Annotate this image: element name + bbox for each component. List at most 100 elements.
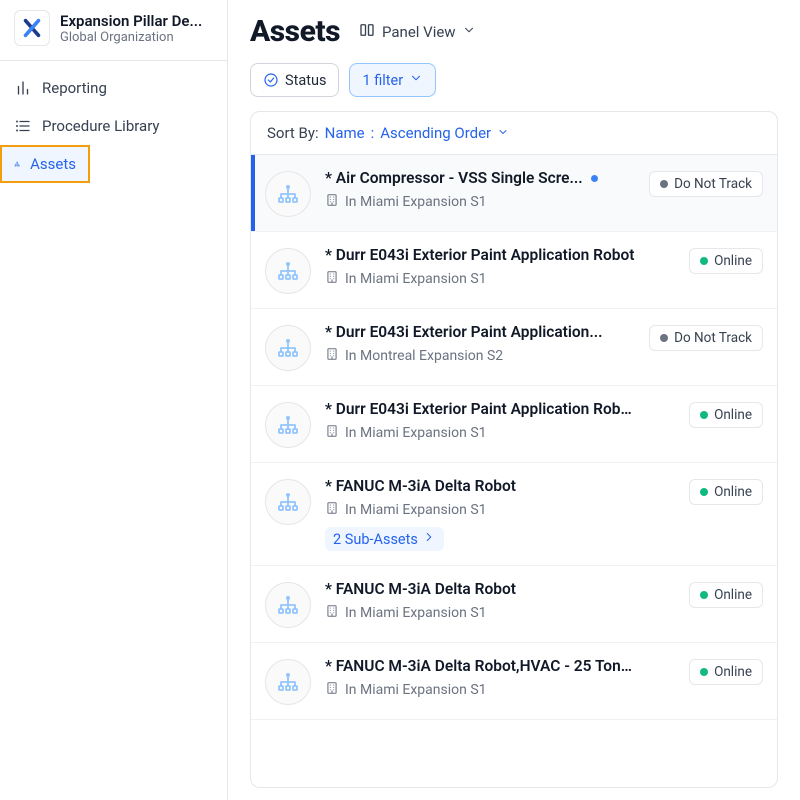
building-icon — [325, 681, 339, 699]
assets-panel: Sort By: Name: Ascending Order * Air Com… — [250, 111, 778, 788]
asset-location-text: In Miami Expansion S1 — [345, 502, 487, 518]
page-title: Assets — [250, 14, 340, 49]
asset-location-text: In Miami Expansion S1 — [345, 682, 487, 698]
active-filter-label: 1 filter — [362, 72, 403, 89]
status-dot — [660, 180, 668, 188]
sidebar: Expansion Pillar De... Global Organizati… — [0, 0, 228, 800]
asset-location: In Miami Expansion S1 — [325, 424, 675, 442]
filter-status-label: Status — [285, 72, 326, 89]
asset-body: * Durr E043i Exterior Paint Application … — [325, 400, 675, 442]
status-label: Online — [714, 407, 752, 423]
bar-chart-icon — [14, 79, 32, 97]
asset-hierarchy-icon — [265, 325, 311, 371]
filter-bar: Status 1 filter — [228, 63, 800, 111]
panel-view-icon — [358, 21, 376, 43]
nav-item-reporting[interactable]: Reporting — [0, 69, 227, 107]
building-icon — [325, 193, 339, 211]
nav-item-label: Reporting — [42, 79, 107, 97]
building-icon — [325, 501, 339, 519]
asset-hierarchy-icon — [265, 402, 311, 448]
asset-location-text: In Montreal Expansion S2 — [345, 348, 503, 364]
asset-row[interactable]: * FANUC M-3iA Delta Robot In Miami Expan… — [251, 463, 777, 566]
chevron-right-icon — [422, 530, 436, 548]
nav-item-procedure-library[interactable]: Procedure Library — [0, 107, 227, 145]
nav: Reporting Procedure Library Assets — [0, 61, 227, 191]
asset-hierarchy-icon — [265, 582, 311, 628]
sort-separator: : — [371, 124, 375, 142]
sort-bar[interactable]: Sort By: Name: Ascending Order — [251, 112, 777, 155]
asset-location-text: In Miami Expansion S1 — [345, 425, 487, 441]
status-label: Online — [714, 664, 752, 680]
asset-title: * Durr E043i Exterior Paint Application … — [325, 400, 635, 418]
asset-body: * Durr E043i Exterior Paint Application … — [325, 246, 675, 288]
asset-hierarchy-icon — [265, 659, 311, 705]
asset-hierarchy-icon — [265, 479, 311, 525]
asset-location: In Montreal Expansion S2 — [325, 347, 635, 365]
asset-location: In Miami Expansion S1 — [325, 501, 675, 519]
status-badge: Do Not Track — [649, 171, 763, 197]
chevron-down-icon — [497, 124, 509, 142]
asset-row[interactable]: * Durr E043i Exterior Paint Application … — [251, 232, 777, 309]
sub-assets-label: 2 Sub-Assets — [333, 531, 418, 548]
asset-body: * FANUC M-3iA Delta Robot,HVAC - 25 Ton … — [325, 657, 675, 699]
asset-hierarchy-icon — [265, 171, 311, 217]
status-dot — [700, 668, 708, 676]
view-switcher[interactable]: Panel View — [358, 21, 476, 43]
building-icon — [325, 270, 339, 288]
asset-body: * FANUC M-3iA Delta Robot In Miami Expan… — [325, 477, 675, 551]
list-icon — [14, 117, 32, 135]
status-badge: Online — [689, 582, 763, 608]
asset-hierarchy-icon — [265, 248, 311, 294]
sort-order: Ascending Order — [380, 124, 491, 142]
asset-location: In Miami Expansion S1 — [325, 604, 675, 622]
view-switcher-label: Panel View — [382, 23, 456, 41]
new-indicator-dot — [591, 175, 598, 182]
sort-prefix: Sort By: — [267, 124, 319, 142]
asset-location-text: In Miami Expansion S1 — [345, 194, 487, 210]
nav-item-label: Assets — [30, 155, 76, 173]
status-dot — [700, 488, 708, 496]
main-header: Assets Panel View — [228, 0, 800, 63]
status-dot — [700, 591, 708, 599]
sort-field: Name — [325, 124, 365, 142]
main: Assets Panel View Status 1 filter — [228, 0, 800, 800]
asset-title: * Air Compressor - VSS Single Scre... — [325, 169, 583, 187]
check-circle-icon — [263, 72, 279, 88]
asset-list[interactable]: * Air Compressor - VSS Single Scre... In… — [251, 155, 777, 787]
asset-row[interactable]: * FANUC M-3iA Delta Robot,HVAC - 25 Ton … — [251, 643, 777, 720]
asset-body: * Air Compressor - VSS Single Scre... In… — [325, 169, 635, 211]
asset-location: In Miami Expansion S1 — [325, 270, 675, 288]
asset-title: * Durr E043i Exterior Paint Application.… — [325, 323, 603, 341]
building-icon — [325, 604, 339, 622]
status-badge: Online — [689, 479, 763, 505]
status-dot — [660, 334, 668, 342]
status-badge: Online — [689, 659, 763, 685]
asset-location-text: In Miami Expansion S1 — [345, 605, 487, 621]
org-title: Expansion Pillar De... — [60, 12, 202, 30]
sub-assets-toggle[interactable]: 2 Sub-Assets — [325, 527, 444, 551]
hierarchy-icon — [14, 155, 20, 173]
status-label: Online — [714, 484, 752, 500]
chevron-down-icon — [409, 71, 423, 89]
status-badge: Do Not Track — [649, 325, 763, 351]
org-logo — [14, 10, 50, 46]
active-filter-button[interactable]: 1 filter — [349, 63, 436, 97]
asset-row[interactable]: * Durr E043i Exterior Paint Application.… — [251, 309, 777, 386]
logo-x-icon — [21, 17, 43, 39]
asset-title: * FANUC M-3iA Delta Robot — [325, 580, 516, 598]
status-label: Do Not Track — [674, 330, 752, 346]
asset-location-text: In Miami Expansion S1 — [345, 271, 487, 287]
org-header[interactable]: Expansion Pillar De... Global Organizati… — [0, 0, 227, 61]
status-badge: Online — [689, 248, 763, 274]
asset-title: * Durr E043i Exterior Paint Application … — [325, 246, 635, 264]
asset-location: In Miami Expansion S1 — [325, 193, 635, 211]
asset-row[interactable]: * Durr E043i Exterior Paint Application … — [251, 386, 777, 463]
filter-status-button[interactable]: Status — [250, 63, 339, 97]
nav-item-assets[interactable]: Assets — [0, 145, 90, 183]
asset-row[interactable]: * FANUC M-3iA Delta Robot In Miami Expan… — [251, 566, 777, 643]
building-icon — [325, 424, 339, 442]
asset-body: * Durr E043i Exterior Paint Application.… — [325, 323, 635, 365]
asset-row[interactable]: * Air Compressor - VSS Single Scre... In… — [251, 155, 777, 232]
status-dot — [700, 257, 708, 265]
status-label: Online — [714, 253, 752, 269]
